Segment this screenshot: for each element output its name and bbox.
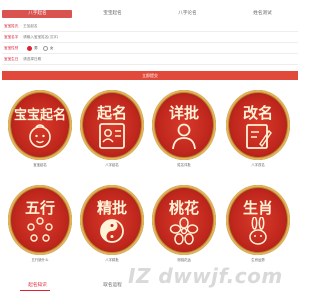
id-card-icon	[99, 123, 125, 149]
rabbit-icon	[249, 217, 267, 245]
card-caption: 八字起名	[105, 163, 119, 167]
tab-bazi-name-analysis[interactable]: 八字论名	[150, 8, 225, 20]
yin-yang-icon	[100, 219, 124, 243]
person-icon	[172, 123, 196, 150]
card-title: 精批	[96, 199, 127, 217]
gender-male-radio[interactable]	[27, 45, 33, 51]
card-detailed-analysis[interactable]: 详批 姓名详批	[152, 90, 216, 167]
fullname-row[interactable]: 宝宝名字 请输入宝宝姓名(汉字)	[4, 33, 296, 41]
divider	[2, 31, 298, 32]
medal: 五行	[8, 185, 72, 255]
top-tabs: 八字起名 宝宝起名 八字论名 姓名测试	[0, 8, 300, 20]
divider	[2, 42, 298, 43]
medal: 起名	[80, 90, 144, 160]
card-title: 生肖	[242, 199, 273, 217]
tab-bazi-naming[interactable]: 八字起名	[0, 8, 75, 20]
gender-label: 宝宝性别	[4, 46, 19, 50]
fullname-label: 宝宝名字	[4, 35, 19, 39]
tab-baby-naming[interactable]: 宝宝起名	[75, 8, 150, 20]
card-zodiac[interactable]: 生肖 生肖运势	[226, 185, 290, 262]
baby-face-icon	[29, 124, 51, 148]
card-caption: 生肖运势	[251, 258, 265, 262]
card-caption: 五行缺什么	[31, 258, 49, 262]
fullname-field[interactable]: 请输入宝宝姓名(汉字)	[23, 35, 58, 39]
medal: 生肖	[226, 185, 290, 255]
card-title: 桃花	[168, 199, 199, 217]
card-title: 详批	[168, 104, 199, 122]
card-title: 改名	[242, 104, 273, 122]
card-caption: 姓名详批	[177, 163, 191, 167]
gender-female-label[interactable]: 女	[50, 46, 54, 50]
card-rename[interactable]: 改名 八字改名	[226, 90, 290, 167]
card-caption: 宝宝起名	[33, 163, 47, 167]
card-caption: 八字精批	[105, 258, 119, 262]
medal: 桃花	[152, 185, 216, 255]
medal: 精批	[80, 185, 144, 255]
surname-field[interactable]: 王加起名	[23, 24, 37, 28]
medal: 详批	[152, 90, 216, 160]
bottom-tab-underline	[20, 290, 50, 291]
gender-female-radio[interactable]	[42, 45, 48, 51]
birthday-label: 宝宝生日	[4, 57, 19, 61]
flower-icon	[169, 217, 199, 245]
card-fine-analysis[interactable]: 精批 八字精批	[80, 185, 144, 262]
gender-male-label[interactable]: 男	[34, 46, 38, 50]
divider	[2, 53, 298, 54]
bead-ring-icon	[27, 217, 53, 242]
medal: 改名	[226, 90, 290, 160]
card-title: 起名	[96, 104, 127, 122]
tab-name-test[interactable]: 姓名测试	[225, 8, 300, 20]
card-naming[interactable]: 起名 八字起名	[80, 90, 144, 167]
tab-naming-fortune[interactable]: 取名运程	[75, 280, 150, 292]
card-caption: 测桃花运	[177, 258, 191, 262]
birthday-field[interactable]: 请选择日期	[23, 57, 41, 61]
surname-label: 宝宝姓氏	[4, 24, 19, 28]
edit-document-icon	[246, 124, 272, 149]
card-caption: 八字改名	[251, 163, 265, 167]
surname-row[interactable]: 宝宝姓氏 王加起名	[4, 22, 296, 30]
card-baby-naming[interactable]: 宝宝起名 宝宝起名	[8, 90, 72, 167]
card-title: 宝宝起名	[13, 108, 66, 123]
medal: 宝宝起名	[8, 90, 72, 160]
gender-row: 宝宝性别 男 女	[4, 44, 296, 52]
birthday-row[interactable]: 宝宝生日 请选择日期	[4, 55, 296, 63]
card-five-elements[interactable]: 五行 五行缺什么	[8, 185, 72, 262]
card-peach-blossom[interactable]: 桃花 测桃花运	[152, 185, 216, 262]
submit-button[interactable]: 立即提交	[2, 71, 298, 80]
card-title: 五行	[24, 199, 55, 217]
divider	[2, 64, 298, 65]
